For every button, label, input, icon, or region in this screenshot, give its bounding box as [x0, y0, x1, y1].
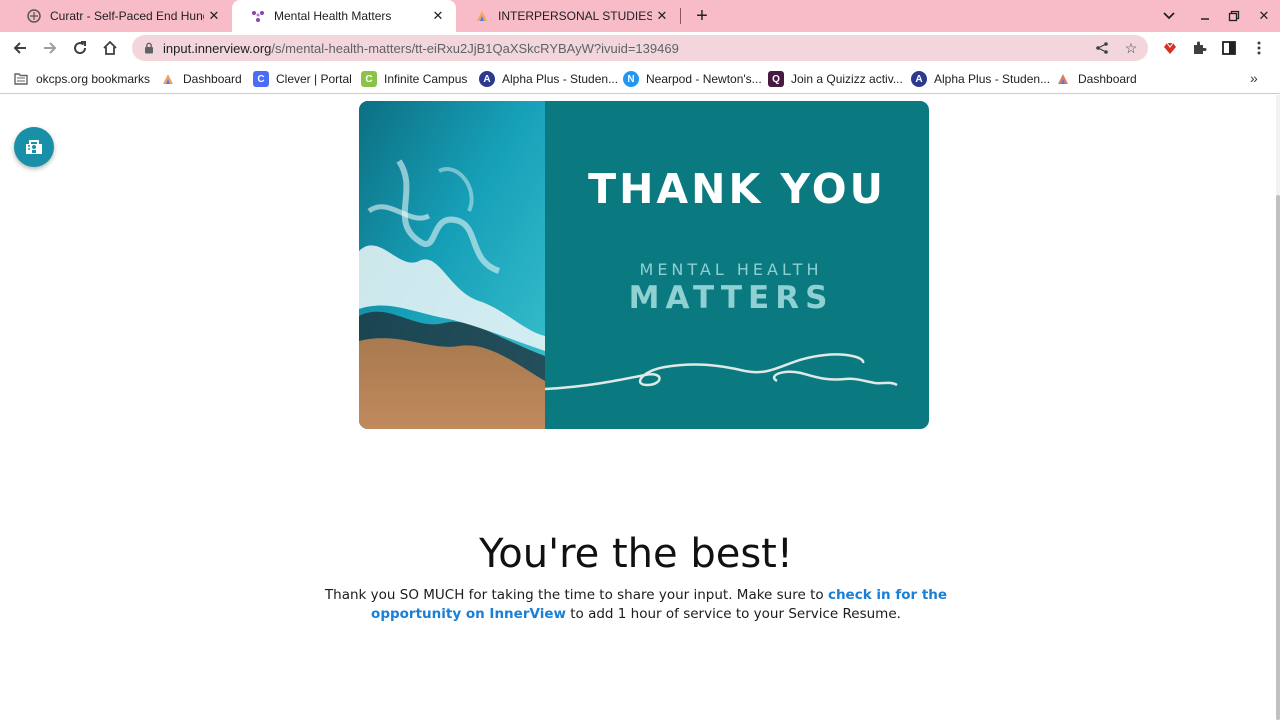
home-button[interactable]: [98, 36, 122, 60]
bookmark-label: Alpha Plus - Studen...: [934, 72, 1051, 86]
bookmark-alpha-plus-2[interactable]: A Alpha Plus - Studen...: [911, 70, 1050, 88]
bookmark-label: Infinite Campus: [384, 72, 468, 86]
bookmark-dashboard-2[interactable]: Dashboard: [1055, 70, 1137, 88]
innerview-icon: [250, 8, 266, 24]
bookmark-quizizz[interactable]: Q Join a Quizizz activ...: [768, 70, 903, 88]
infinite-campus-icon: C: [361, 71, 377, 87]
bookmark-dashboard[interactable]: Dashboard: [160, 70, 242, 88]
banner-subtitle-line2: MATTERS: [628, 280, 834, 316]
close-tab-icon[interactable]: ✕: [204, 6, 224, 26]
extensions-puzzle-icon[interactable]: [1187, 36, 1211, 60]
bookmark-label: Alpha Plus - Studen...: [502, 72, 619, 86]
banner-title: THANK YOU: [588, 165, 886, 213]
side-panel-icon[interactable]: [1217, 36, 1241, 60]
tab-mental-health-matters[interactable]: Mental Health Matters ✕: [232, 0, 456, 32]
schoology-icon: [1055, 71, 1071, 87]
tab-title: Curatr - Self-Paced End Hunger Challenge: [50, 9, 204, 23]
bookmark-label: Clever | Portal: [276, 72, 352, 86]
page-content: THANK YOU MENTAL HEALTH MATTERS You're t…: [0, 95, 1280, 720]
nearpod-icon: N: [623, 71, 639, 87]
thank-you-message: Thank you SO MUCH for taking the time to…: [280, 586, 992, 624]
quizizz-icon: Q: [768, 71, 784, 87]
share-icon[interactable]: [1092, 38, 1112, 58]
bookmark-folder-okcps[interactable]: okcps.org bookmarks: [13, 70, 150, 88]
banner-subtitle-line1: MENTAL HEALTH: [639, 260, 823, 279]
url-domain: input.innerview.org: [163, 40, 272, 56]
reload-button[interactable]: [68, 36, 92, 60]
close-window-icon[interactable]: ✕: [1252, 4, 1276, 28]
tab-curatr[interactable]: Curatr - Self-Paced End Hunger Challenge…: [8, 0, 232, 32]
extension-icon[interactable]: [1158, 36, 1182, 60]
bookmark-label: Join a Quizizz activ...: [791, 72, 903, 86]
new-tab-button[interactable]: +: [690, 4, 714, 28]
schoology-icon: [474, 8, 490, 24]
restore-icon[interactable]: [1222, 4, 1246, 28]
address-bar[interactable]: input.innerview.org/s/mental-health-matt…: [132, 35, 1148, 61]
page-scrollbar[interactable]: [1276, 95, 1280, 720]
url-text: input.innerview.org/s/mental-health-matt…: [163, 41, 679, 56]
clever-icon: C: [253, 71, 269, 87]
page-headline: You're the best!: [479, 531, 793, 577]
close-tab-icon[interactable]: ✕: [652, 6, 672, 26]
bookmark-label: Nearpod - Newton's...: [646, 72, 762, 86]
more-bookmarks-chevron-icon[interactable]: »: [1250, 70, 1258, 86]
tab-search-chevron-icon[interactable]: [1157, 4, 1181, 28]
tab-title: INTERPERSONAL STUDIES S1 - Course: [498, 9, 652, 23]
bookmark-clever-portal[interactable]: C Clever | Portal: [253, 70, 352, 88]
bookmark-nearpod[interactable]: N Nearpod - Newton's...: [623, 70, 762, 88]
message-text: Thank you SO MUCH for taking the time to…: [324, 587, 828, 603]
alpha-plus-icon: A: [911, 71, 927, 87]
accessibility-icon: [26, 140, 42, 154]
browser-toolbar: input.innerview.org/s/mental-health-matt…: [0, 32, 1280, 64]
lock-icon[interactable]: [141, 42, 157, 54]
tab-strip: Curatr - Self-Paced End Hunger Challenge…: [0, 0, 1280, 32]
folder-icon: [13, 71, 29, 87]
bookmark-infinite-campus[interactable]: C Infinite Campus: [361, 70, 467, 88]
ocean-photo: [359, 101, 545, 429]
bookmark-label: Dashboard: [1078, 72, 1137, 86]
curatr-icon: [26, 8, 42, 24]
back-button[interactable]: [8, 36, 32, 60]
accessibility-button[interactable]: [14, 127, 54, 167]
close-tab-icon[interactable]: ✕: [428, 6, 448, 26]
bookmark-star-icon[interactable]: ☆: [1121, 38, 1141, 58]
scrollbar-thumb[interactable]: [1276, 195, 1280, 720]
forward-button[interactable]: [38, 36, 62, 60]
bookmark-label: Dashboard: [183, 72, 242, 86]
thank-you-banner: THANK YOU MENTAL HEALTH MATTERS: [359, 101, 929, 429]
bookmark-label: okcps.org bookmarks: [36, 72, 151, 86]
bookmarks-bar: okcps.org bookmarks Dashboard C Clever |…: [0, 64, 1280, 94]
bookmark-alpha-plus-1[interactable]: A Alpha Plus - Studen...: [479, 70, 618, 88]
schoology-icon: [160, 71, 176, 87]
tab-interpersonal-studies[interactable]: INTERPERSONAL STUDIES S1 - Course ✕: [456, 0, 680, 32]
alpha-plus-icon: A: [479, 71, 495, 87]
url-path: /s/mental-health-matters/tt-eiRxu2JjB1Qa…: [271, 40, 679, 56]
menu-kebab-icon[interactable]: [1247, 36, 1271, 60]
tab-title: Mental Health Matters: [274, 9, 392, 23]
message-text-end: to add 1 hour of service to your Service…: [565, 606, 901, 622]
tab-separator: [680, 8, 681, 24]
wave-line-decoration: [545, 353, 898, 391]
minimize-icon[interactable]: [1193, 4, 1217, 28]
